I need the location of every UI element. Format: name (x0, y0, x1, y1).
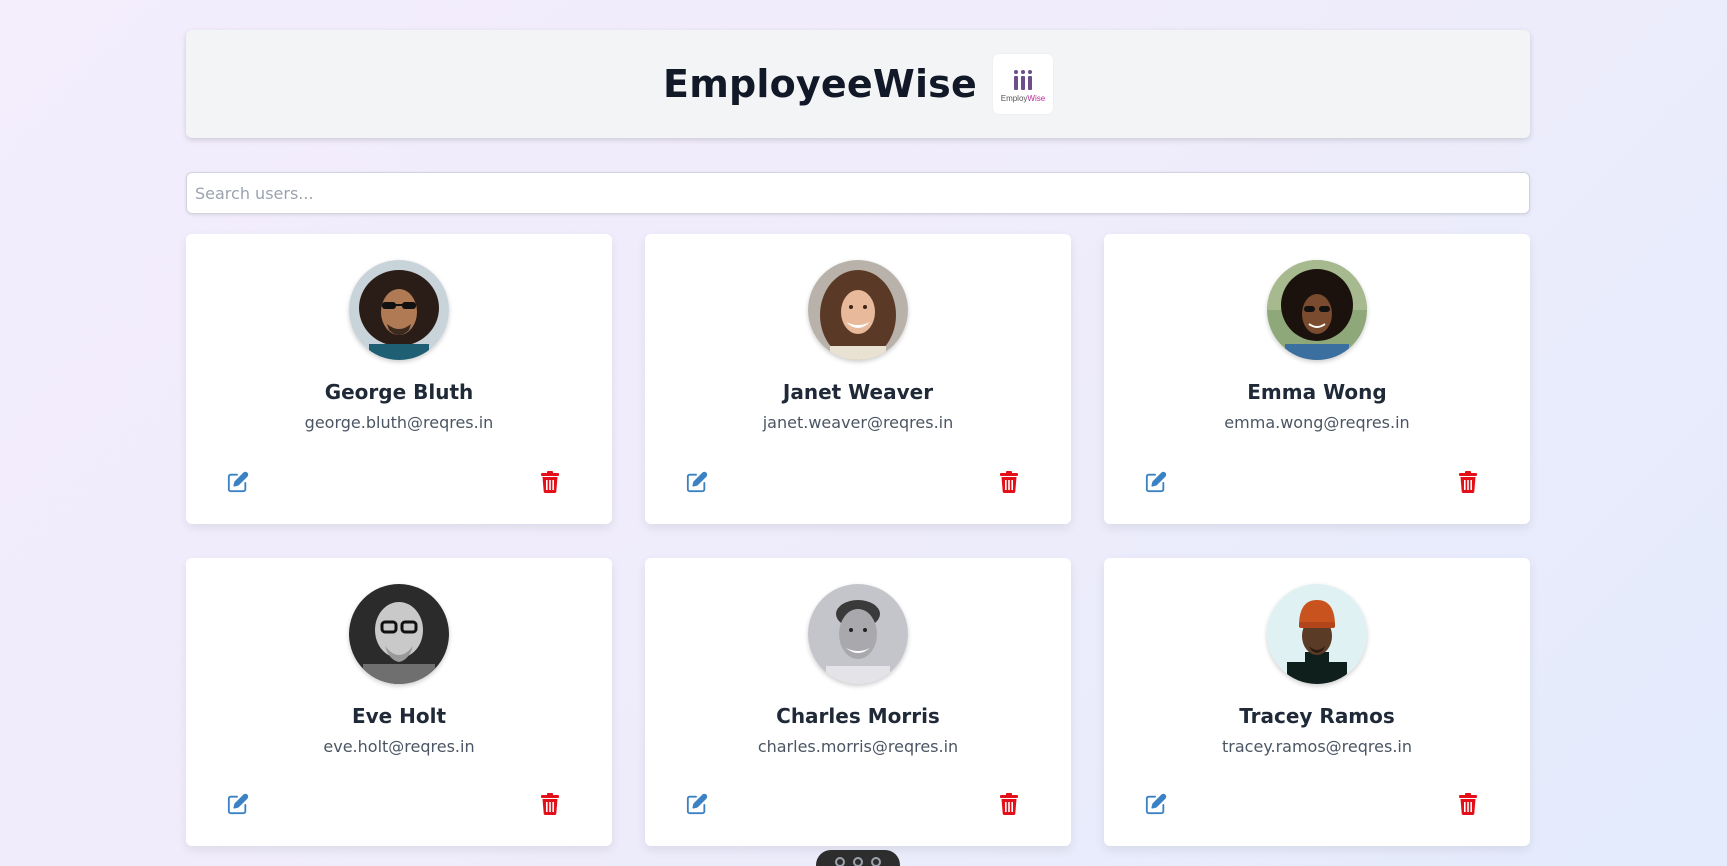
logo-text: EmployWise (1000, 93, 1046, 103)
trash-icon (1459, 793, 1477, 815)
edit-icon (686, 793, 708, 815)
trash-icon (541, 793, 559, 815)
edit-icon (1145, 471, 1167, 493)
delete-button[interactable] (538, 792, 562, 816)
app-title: EmployeeWise (663, 62, 977, 106)
app-logo: EmployWise (992, 54, 1053, 114)
avatar (1267, 584, 1367, 684)
user-card: Tracey Ramos tracey.ramos@reqres.in (1104, 558, 1530, 846)
user-email: eve.holt@reqres.in (323, 737, 475, 756)
user-name: George Bluth (324, 380, 474, 404)
card-actions (226, 792, 562, 816)
card-actions (1144, 470, 1480, 494)
edit-button[interactable] (226, 470, 250, 494)
app-header: EmployeeWise EmployWise (186, 30, 1530, 138)
trash-icon (541, 471, 559, 493)
delete-button[interactable] (1456, 470, 1480, 494)
avatar (808, 260, 908, 360)
user-email: charles.morris@reqres.in (757, 737, 959, 756)
user-email: janet.weaver@reqres.in (762, 413, 954, 432)
delete-button[interactable] (997, 470, 1021, 494)
edit-button[interactable] (1144, 470, 1168, 494)
logo-mark-icon (1013, 66, 1032, 90)
user-card: Eve Holt eve.holt@reqres.in (186, 558, 612, 846)
edit-icon (686, 471, 708, 493)
delete-button[interactable] (1456, 792, 1480, 816)
avatar (808, 584, 908, 684)
app-container: EmployeeWise EmployWise Search users... … (186, 30, 1530, 846)
user-card: Emma Wong emma.wong@reqres.in (1104, 234, 1530, 524)
avatar (1267, 260, 1367, 360)
card-actions (226, 470, 562, 494)
user-grid: George Bluth george.bluth@reqres.in Jane… (186, 234, 1530, 846)
trash-icon (1459, 471, 1477, 493)
user-name: Janet Weaver (782, 380, 934, 404)
edit-icon (227, 793, 249, 815)
search-bar (186, 172, 1530, 214)
user-name: Emma Wong (1247, 380, 1387, 404)
user-name: Charles Morris (776, 704, 940, 728)
edit-button[interactable] (685, 470, 709, 494)
card-actions (1144, 792, 1480, 816)
user-card: Janet Weaver janet.weaver@reqres.in (645, 234, 1071, 524)
user-card: George Bluth george.bluth@reqres.in (186, 234, 612, 524)
edit-icon (1145, 793, 1167, 815)
user-name: Eve Holt (351, 704, 447, 728)
edit-button[interactable] (226, 792, 250, 816)
card-actions (685, 792, 1021, 816)
edit-button[interactable] (1144, 792, 1168, 816)
user-name: Tracey Ramos (1239, 704, 1395, 728)
trash-icon (1000, 471, 1018, 493)
avatar (349, 584, 449, 684)
trash-icon (1000, 793, 1018, 815)
delete-button[interactable] (997, 792, 1021, 816)
user-card: Charles Morris charles.morris@reqres.in (645, 558, 1071, 846)
user-email: tracey.ramos@reqres.in (1222, 737, 1412, 756)
search-input[interactable] (187, 173, 1529, 213)
edit-icon (227, 471, 249, 493)
user-email: george.bluth@reqres.in (304, 413, 494, 432)
card-actions (685, 470, 1021, 494)
settings-icon[interactable] (853, 857, 863, 866)
search-icon[interactable] (835, 857, 845, 866)
edit-button[interactable] (685, 792, 709, 816)
avatar (349, 260, 449, 360)
user-email: emma.wong@reqres.in (1224, 413, 1410, 432)
menu-icon[interactable] (871, 857, 881, 866)
delete-button[interactable] (538, 470, 562, 494)
floating-toolbar[interactable] (816, 850, 900, 866)
